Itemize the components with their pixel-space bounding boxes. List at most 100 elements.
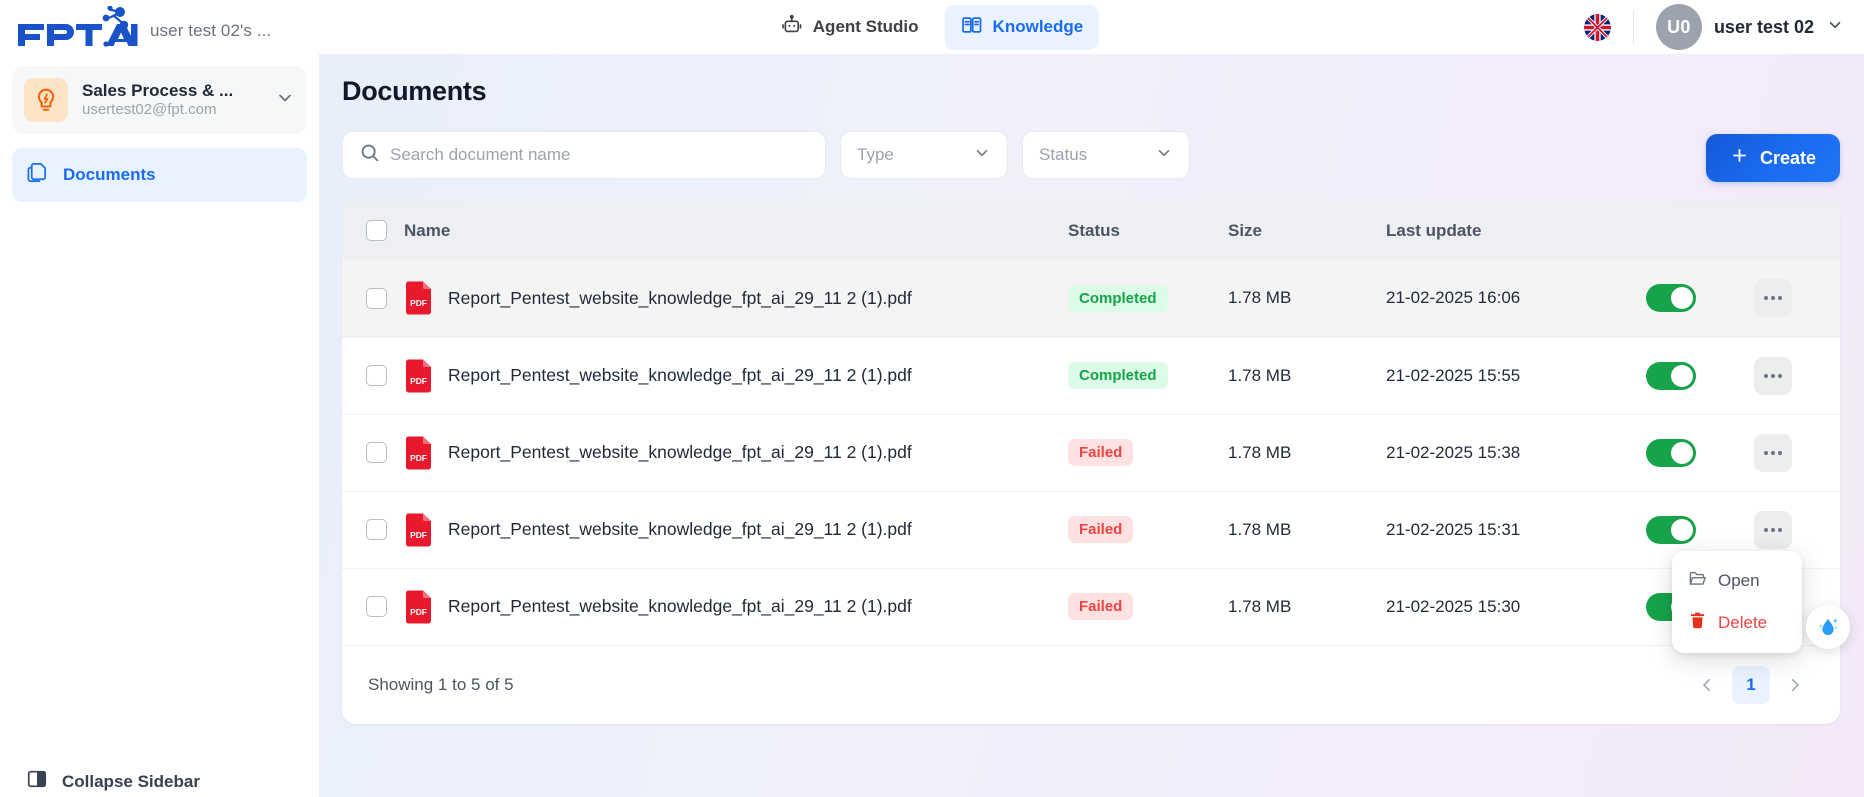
pdf-file-icon: PDF [404,513,432,547]
row-actions-cell [1754,337,1840,414]
row-status-cell: Completed [1068,260,1228,337]
brand-subtitle: user test 02's ... [150,21,272,40]
nav-knowledge-label: Knowledge [992,17,1084,36]
uk-flag-icon[interactable] [1583,13,1611,41]
create-button[interactable]: Create [1705,134,1840,182]
next-page-button[interactable] [1776,666,1814,704]
row-checkbox[interactable] [366,519,387,540]
row-size: 1.78 MB [1228,519,1292,539]
documents-table: Name Status Size Last update PDF Report_P… [342,201,1840,645]
status-filter-select[interactable]: Status [1022,131,1190,179]
page-title: Documents [342,76,487,106]
context-menu-open[interactable]: Open [1672,560,1802,602]
row-more-actions-button[interactable] [1754,356,1792,395]
row-more-actions-button[interactable] [1754,433,1792,472]
row-date-cell: 21-02-2025 15:55 [1386,337,1646,414]
row-file-name: Report_Pentest_website_knowledge_fpt_ai_… [448,365,912,385]
table-row[interactable]: PDF Report_Pentest_website_knowledge_fpt_… [342,260,1840,337]
prev-page-button[interactable] [1688,666,1726,704]
select-all-checkbox[interactable] [366,220,387,241]
row-select-cell [342,337,404,414]
table-row[interactable]: PDF Report_Pentest_website_knowledge_fpt_… [342,337,1840,414]
header-nav: Agent Studio Knowledge [765,4,1100,50]
select-all-header [342,201,404,260]
row-select-cell [342,414,404,491]
row-more-actions-button[interactable] [1754,279,1792,318]
row-status-cell: Failed [1068,414,1228,491]
row-date-cell: 21-02-2025 16:06 [1386,260,1646,337]
table-row[interactable]: PDF Report_Pentest_website_knowledge_fpt_… [342,568,1840,645]
table-row[interactable]: PDF Report_Pentest_website_knowledge_fpt_… [342,414,1840,491]
folder-open-icon [1688,569,1707,593]
fpt-ai-logo[interactable] [14,5,142,48]
context-menu-delete-label: Delete [1718,613,1768,632]
chevron-down-icon[interactable] [1826,16,1844,39]
row-checkbox[interactable] [366,596,387,618]
table-row[interactable]: PDF Report_Pentest_website_knowledge_fpt_… [342,491,1840,568]
row-file-name: Report_Pentest_website_knowledge_fpt_ai_… [448,519,912,539]
documents-table-card: Name Status Size Last update PDF Report_P… [342,201,1850,724]
row-checkbox[interactable] [366,442,387,463]
row-name-cell: PDF Report_Pentest_website_knowledge_fpt_… [404,337,1068,414]
status-badge: Failed [1068,516,1134,543]
row-enable-toggle[interactable] [1646,284,1696,313]
row-name-cell: PDF Report_Pentest_website_knowledge_fpt_… [404,568,1068,645]
sidebar-item-documents-label: Documents [63,165,156,184]
knowledge-base-title: Sales Process & ... [82,81,234,100]
row-name-cell: PDF Report_Pentest_website_knowledge_fpt_… [404,414,1068,491]
row-file-name: Report_Pentest_website_knowledge_fpt_ai_… [448,287,912,308]
row-size-cell: 1.78 MB [1228,568,1386,645]
row-enable-toggle[interactable] [1646,438,1696,467]
showing-text: Showing 1 to 5 of 5 [368,675,514,694]
sidebar: Sales Process & ... usertest02@fpt.com D… [0,54,320,797]
type-filter-select[interactable]: Type [840,131,1008,179]
knowledge-base-selector[interactable]: Sales Process & ... usertest02@fpt.com [12,66,307,134]
pdf-file-icon: PDF [404,590,432,624]
row-enable-toggle[interactable] [1646,361,1696,390]
row-checkbox[interactable] [366,287,387,309]
collapse-sidebar-button[interactable]: Collapse Sidebar [0,758,319,797]
knowledge-base-email: usertest02@fpt.com [82,101,217,118]
row-last-update: 21-02-2025 15:55 [1386,365,1521,385]
status-badge: Completed [1068,362,1168,389]
search-box[interactable] [342,131,826,179]
status-badge: Failed [1068,593,1134,621]
row-actions-cell [1754,260,1840,337]
status-badge: Completed [1068,284,1168,312]
nav-agent-studio[interactable]: Agent Studio [765,5,935,50]
row-status-cell: Failed [1068,491,1228,568]
nav-knowledge[interactable]: Knowledge [944,4,1100,50]
svg-text:PDF: PDF [410,607,427,617]
page-1-button[interactable]: 1 [1732,666,1770,704]
col-header-status[interactable]: Status [1068,201,1228,260]
sidebar-item-documents[interactable]: Documents [12,148,307,202]
brand[interactable]: user test 02's ... [0,5,272,48]
pdf-file-icon: PDF [404,436,432,470]
table-footer: Showing 1 to 5 of 5 1 [342,645,1840,724]
pagination: 1 [1688,666,1814,704]
chevron-down-icon[interactable] [275,88,295,113]
create-button-label: Create [1759,147,1816,168]
water-drop-widget[interactable] [1806,605,1850,649]
row-checkbox[interactable] [366,365,387,386]
row-status-cell: Failed [1068,568,1228,645]
row-file-name: Report_Pentest_website_knowledge_fpt_ai_… [448,596,912,617]
context-menu-delete[interactable]: Delete [1672,602,1802,644]
search-input[interactable] [390,145,809,165]
col-header-size[interactable]: Size [1228,201,1386,260]
col-header-last-update[interactable]: Last update [1386,201,1646,260]
row-enable-toggle[interactable] [1646,515,1696,544]
col-header-actions [1754,201,1840,260]
table-body: PDF Report_Pentest_website_knowledge_fpt_… [342,260,1840,645]
row-size: 1.78 MB [1228,442,1292,462]
row-more-actions-button[interactable] [1754,510,1792,549]
avatar[interactable]: U0 [1655,4,1702,50]
search-icon [359,142,380,168]
row-date-cell: 21-02-2025 15:31 [1386,491,1646,568]
col-header-name[interactable]: Name [404,201,1068,260]
header-right: U0 user test 02 [1583,4,1844,50]
nav-agent-studio-label: Agent Studio [812,17,919,36]
toolbar: Type Status [342,131,1840,179]
row-toggle-cell [1646,414,1754,491]
col-header-toggle [1646,201,1754,260]
